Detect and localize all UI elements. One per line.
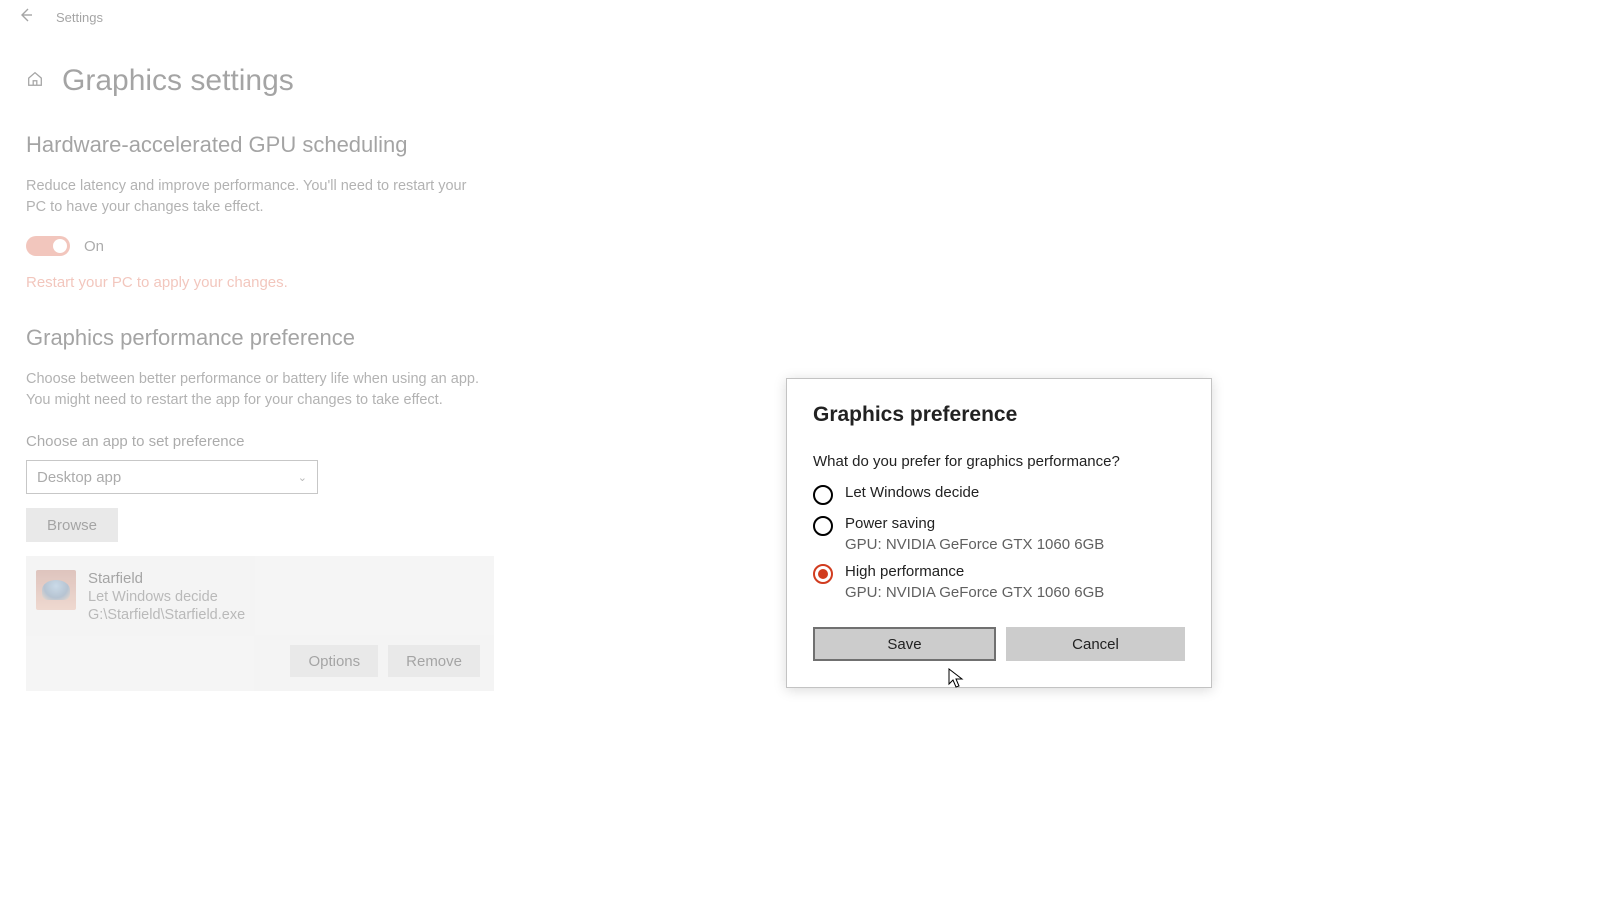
radio-label: Let Windows decide bbox=[845, 484, 979, 501]
radio-sublabel: GPU: NVIDIA GeForce GTX 1060 6GB bbox=[845, 584, 1104, 601]
radio-let-windows-decide[interactable]: Let Windows decide bbox=[813, 484, 1185, 505]
radio-power-saving[interactable]: Power saving GPU: NVIDIA GeForce GTX 106… bbox=[813, 515, 1185, 553]
graphics-preference-dialog: Graphics preference What do you prefer f… bbox=[786, 378, 1212, 688]
dialog-question: What do you prefer for graphics performa… bbox=[813, 453, 1185, 470]
radio-label: High performance bbox=[845, 563, 1104, 580]
radio-label: Power saving bbox=[845, 515, 1104, 532]
dialog-title: Graphics preference bbox=[813, 403, 1185, 427]
cancel-button[interactable]: Cancel bbox=[1006, 627, 1185, 661]
radio-icon bbox=[813, 564, 833, 584]
radio-sublabel: GPU: NVIDIA GeForce GTX 1060 6GB bbox=[845, 536, 1104, 553]
radio-icon bbox=[813, 516, 833, 536]
save-button[interactable]: Save bbox=[813, 627, 996, 661]
radio-icon bbox=[813, 485, 833, 505]
radio-high-performance[interactable]: High performance GPU: NVIDIA GeForce GTX… bbox=[813, 563, 1185, 601]
